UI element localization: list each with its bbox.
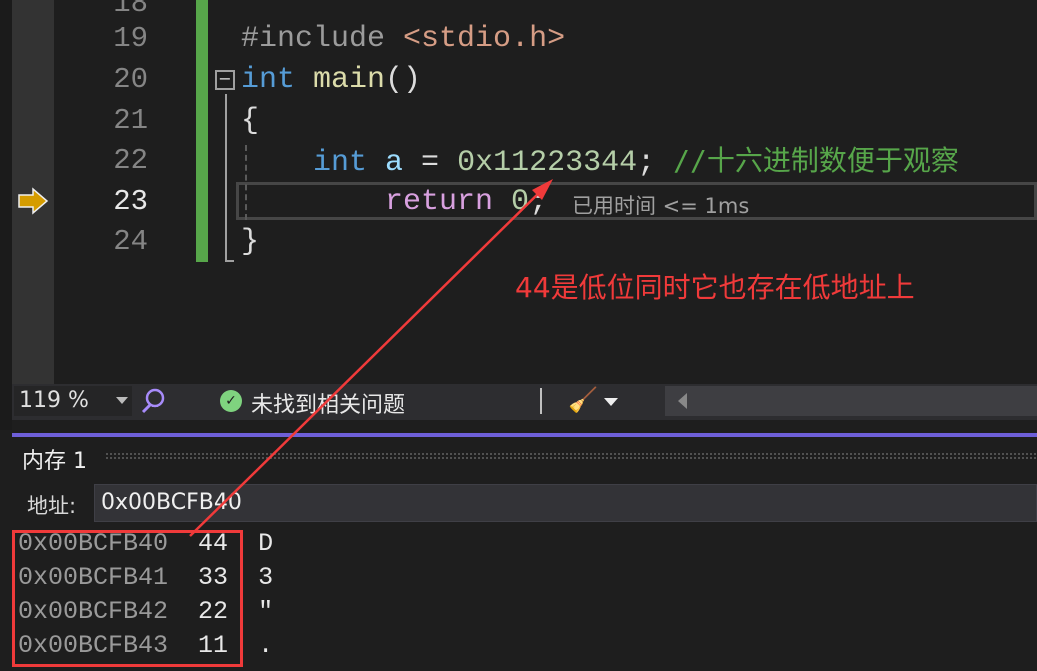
chevron-down-icon[interactable] bbox=[604, 398, 618, 406]
operator: = bbox=[403, 146, 458, 180]
code-line-21: { bbox=[241, 104, 260, 138]
line-number-current: 23 bbox=[113, 185, 148, 218]
function-name: main bbox=[313, 63, 386, 97]
memory-char: . bbox=[258, 631, 274, 660]
comment: //十六进制数便于观察 bbox=[673, 144, 959, 177]
current-statement-arrow-icon bbox=[18, 187, 49, 215]
line-number: 19 bbox=[113, 22, 148, 55]
keyword: int bbox=[241, 63, 296, 97]
check-circle-icon: ✓ bbox=[220, 390, 242, 412]
address-label: 地址: bbox=[27, 494, 77, 518]
code-line-23: return 0; bbox=[385, 182, 547, 222]
semicolon: ; bbox=[529, 185, 548, 219]
header-name: <stdio.h> bbox=[403, 22, 566, 56]
code-line-19: #include <stdio.h> bbox=[241, 19, 565, 59]
hex-literal: 0x11223344 bbox=[457, 146, 638, 180]
scroll-left-arrow-icon[interactable] bbox=[678, 393, 687, 409]
directive: #include bbox=[241, 22, 386, 56]
line-number: 20 bbox=[113, 63, 148, 96]
annotation-text: 44是低位同时它也存在低地址上 bbox=[515, 271, 915, 304]
memory-char: " bbox=[258, 597, 274, 626]
semicolon: ; bbox=[637, 146, 656, 180]
annotation-highlight-box bbox=[12, 530, 243, 667]
parens: () bbox=[385, 63, 422, 97]
fold-guide bbox=[225, 94, 234, 262]
separator bbox=[540, 388, 542, 414]
keyword: return bbox=[385, 185, 494, 219]
memory-window-title[interactable]: 内存 1 bbox=[22, 443, 87, 475]
variable: a bbox=[385, 146, 404, 180]
change-indicator-bar bbox=[196, 0, 208, 262]
zoom-dropdown[interactable]: 119 % bbox=[14, 386, 132, 416]
collapse-icon[interactable]: − bbox=[215, 70, 235, 90]
code-line-24: } bbox=[241, 225, 260, 259]
code-line-20: int main() bbox=[241, 60, 421, 100]
active-panel-accent bbox=[12, 433, 1037, 437]
line-number: 21 bbox=[113, 104, 148, 137]
code-line-22: int a = 0x11223344; //十六进制数便于观察 bbox=[313, 141, 959, 183]
line-number: 22 bbox=[113, 144, 148, 177]
address-input[interactable]: 0x00BCFB40 bbox=[94, 484, 1037, 522]
number-literal: 0 bbox=[511, 185, 530, 219]
chevron-down-icon[interactable] bbox=[116, 397, 128, 404]
issues-status[interactable]: 未找到相关问题 bbox=[251, 387, 405, 419]
code-cleanup-broom-icon[interactable]: 🧹 bbox=[568, 386, 598, 414]
indent-guide bbox=[245, 145, 247, 220]
intellicode-icon[interactable] bbox=[140, 388, 166, 416]
panel-drag-grip[interactable] bbox=[105, 452, 1037, 461]
line-number: 24 bbox=[113, 225, 148, 258]
perf-tip[interactable]: 已用时间 <= 1ms bbox=[572, 190, 749, 220]
memory-char: D bbox=[258, 529, 274, 558]
memory-char: 3 bbox=[258, 563, 274, 592]
keyword: int bbox=[313, 146, 368, 180]
left-edge bbox=[0, 0, 12, 430]
horizontal-scrollbar[interactable] bbox=[665, 386, 1037, 416]
